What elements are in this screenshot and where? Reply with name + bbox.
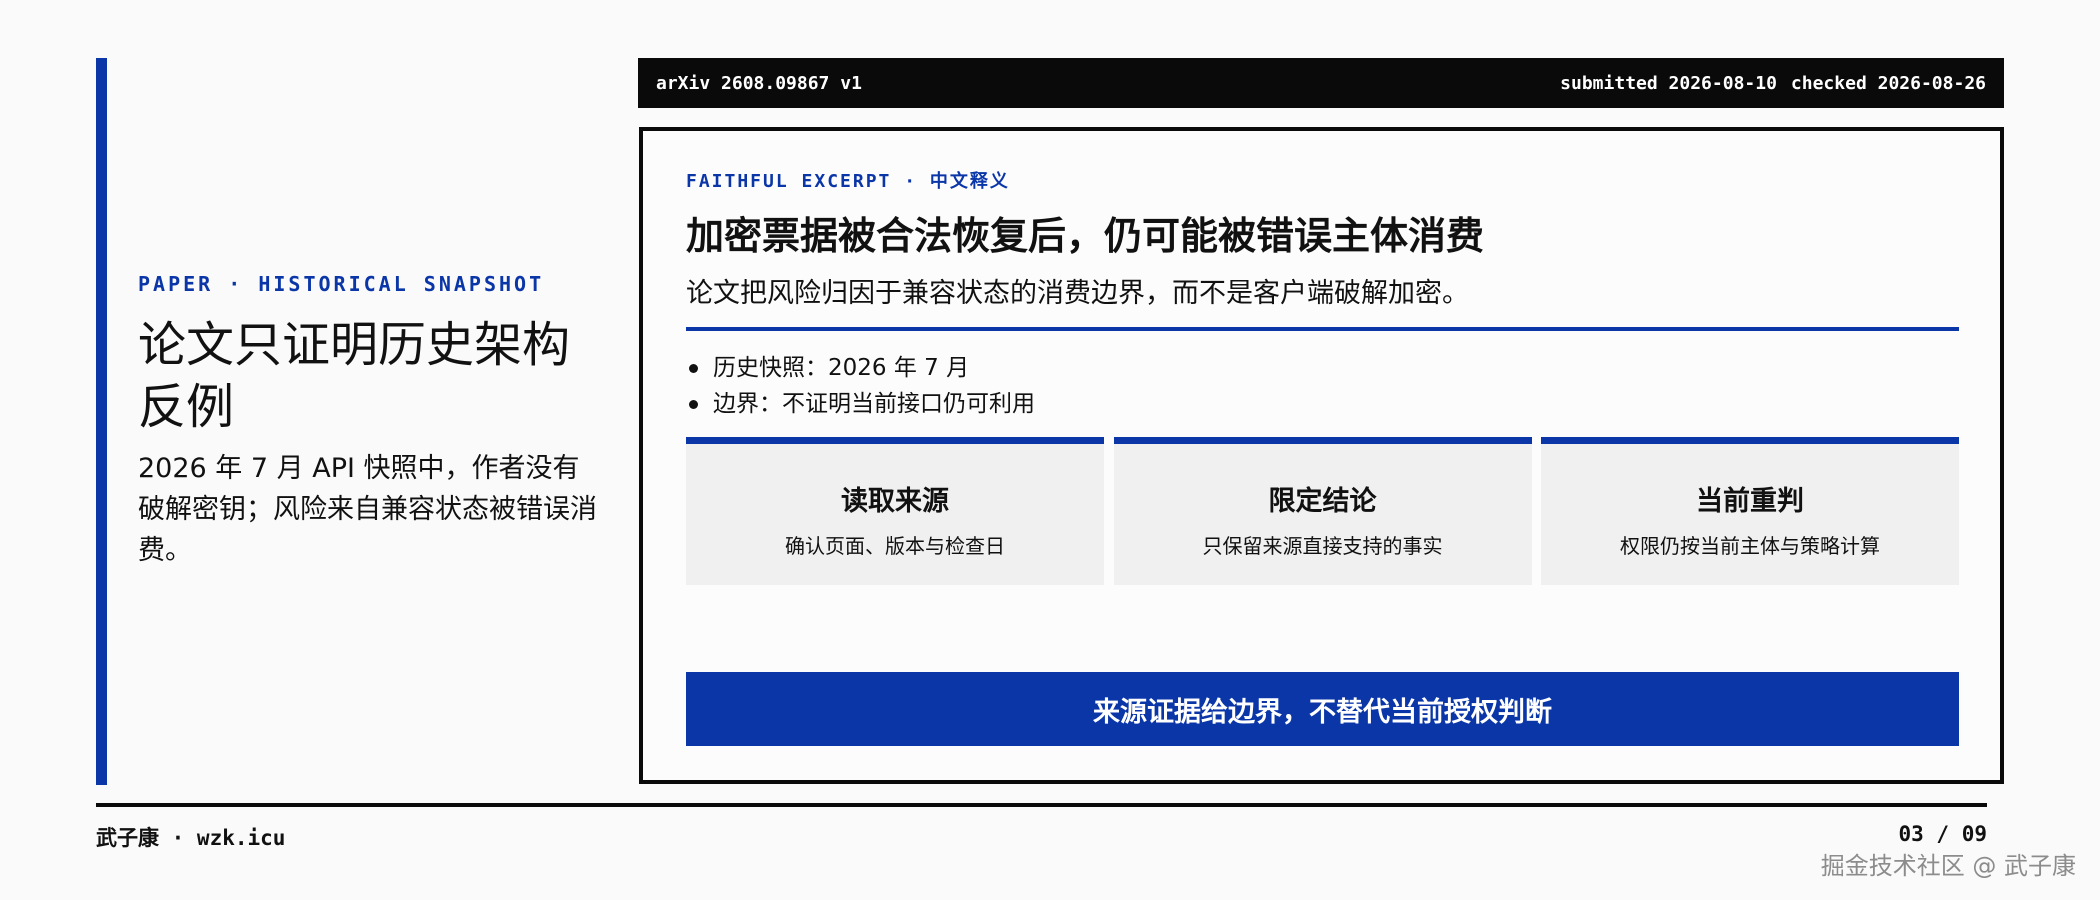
step-title: 限定结论 (1268, 486, 1377, 517)
conclusion-banner: 来源证据给边界，不替代当前授权判断 (686, 672, 1959, 746)
excerpt-card: FAITHFUL EXCERPT · 中文释义 加密票据被合法恢复后，仍可能被错… (639, 127, 2004, 784)
author-credit: 武子康 · wzk.icu (96, 826, 286, 850)
bullet-list: 历史快照：2026 年 7 月 边界：不证明当前接口仍可利用 (686, 350, 1035, 422)
list-item: 历史快照：2026 年 7 月 (686, 350, 1035, 386)
doc-id: arXiv 2608.09867 v1 (656, 72, 862, 94)
checked-date: checked 2026-08-26 (1790, 72, 1986, 94)
page-summary: 2026 年 7 月 API 快照中，作者没有破解密钥；风险来自兼容状态被错误消… (138, 453, 597, 566)
section-kicker: PAPER · HISTORICAL SNAPSHOT (138, 272, 545, 296)
step-title: 当前重判 (1696, 486, 1804, 517)
bullet-text: 边界：不证明当前接口仍可利用 (713, 391, 1035, 417)
watermark: 掘金技术社区 @ 武子康 (1820, 852, 2076, 880)
step-description: 确认页面、版本与检查日 (785, 534, 1005, 558)
source-header: arXiv 2608.09867 v1 submitted 2026-08-10… (638, 58, 2004, 108)
submitted-date: submitted 2026-08-10 (1560, 72, 1777, 94)
date-meta: submitted 2026-08-10 checked 2026-08-26 (1560, 73, 1986, 94)
accent-bar (96, 58, 107, 785)
step-description: 只保留来源直接支持的事实 (1202, 534, 1443, 558)
excerpt-kicker: FAITHFUL EXCERPT · 中文释义 (686, 171, 1010, 192)
bullet-text: 历史快照：2026 年 7 月 (713, 355, 970, 381)
step-description: 权限仍按当前主体与策略计算 (1620, 534, 1880, 558)
step-cards: 读取来源 确认页面、版本与检查日 限定结论 只保留来源直接支持的事实 当前重判 … (686, 437, 1959, 585)
page-number: 03 / 09 (1898, 822, 1987, 846)
divider (686, 327, 1959, 331)
step-title: 读取来源 (841, 486, 949, 517)
page-title: 论文只证明历史架构反例 (138, 317, 571, 435)
step-card-read-source: 读取来源 确认页面、版本与检查日 (686, 437, 1104, 585)
step-card-current-rejudge: 当前重判 权限仍按当前主体与策略计算 (1541, 437, 1959, 585)
excerpt-subtitle: 论文把风险归因于兼容状态的消费边界，而不是客户端破解加密。 (686, 278, 1469, 309)
bullet-icon (689, 399, 698, 409)
bullet-icon (689, 363, 698, 373)
list-item: 边界：不证明当前接口仍可利用 (686, 386, 1035, 422)
step-card-limit-conclusion: 限定结论 只保留来源直接支持的事实 (1113, 437, 1532, 585)
footer-divider (96, 803, 1987, 807)
excerpt-title: 加密票据被合法恢复后，仍可能被错误主体消费 (686, 214, 1485, 258)
